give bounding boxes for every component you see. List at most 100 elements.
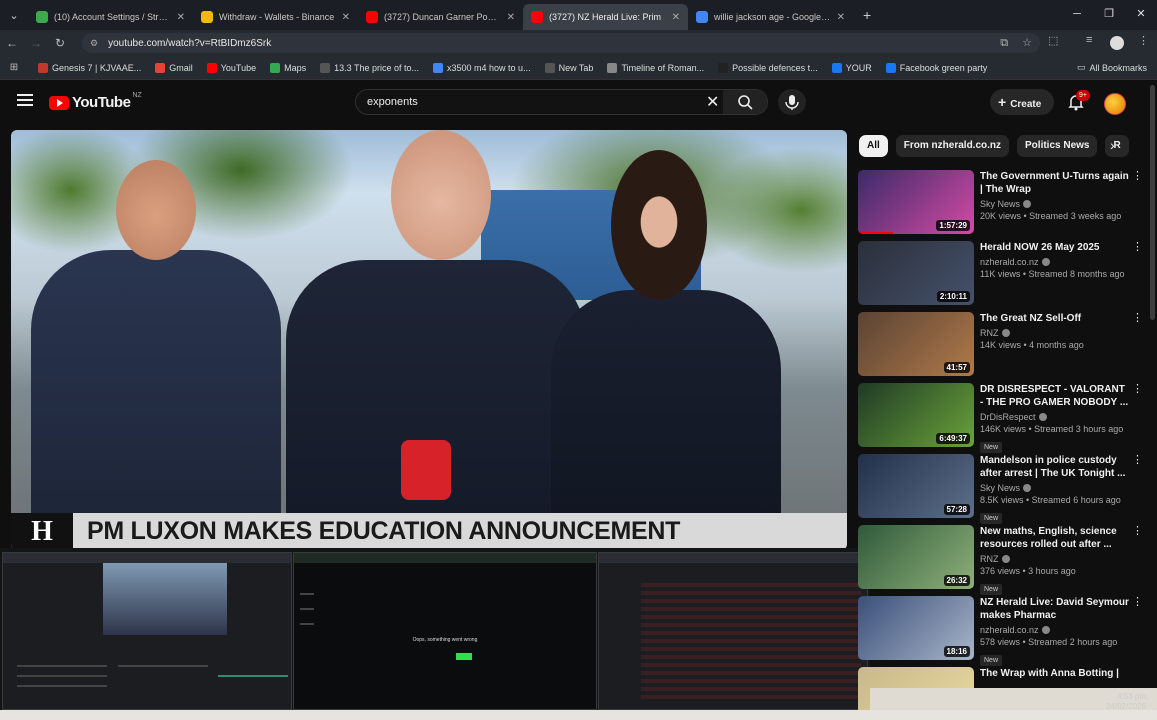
- video-player[interactable]: H PM LUXON MAKES EDUCATION ANNOUNCEMENT: [11, 130, 847, 550]
- bookmark-4[interactable]: 13.3 The price of to...: [320, 62, 419, 73]
- url-bar[interactable]: ⚙ youtube.com/watch?v=RtBIDmz6Srk ⧉ ☆: [82, 33, 1040, 53]
- bookmark-3[interactable]: Maps: [270, 62, 306, 73]
- all-bookmarks-button[interactable]: ▭ All Bookmarks: [1077, 62, 1147, 73]
- scrollbar[interactable]: [1150, 85, 1155, 320]
- back-icon[interactable]: ←: [0, 36, 24, 50]
- more-actions-icon[interactable]: ⋮: [1132, 313, 1143, 324]
- bookmark-star-icon[interactable]: ☆: [1022, 33, 1032, 53]
- video-title[interactable]: The Government U-Turns again | The Wrap: [980, 170, 1130, 196]
- recommendation-item[interactable]: 1:57:29 The Government U-Turns again | Th…: [858, 170, 1148, 241]
- preview-error-page[interactable]: Oops, something went wrong: [293, 552, 597, 710]
- video-thumbnail[interactable]: 41:57: [858, 312, 974, 376]
- more-actions-icon[interactable]: ⋮: [1132, 384, 1143, 395]
- close-tab-icon[interactable]: ✕: [177, 12, 185, 23]
- video-thumbnail[interactable]: 18:16: [858, 596, 974, 660]
- preview-spreadsheet[interactable]: [598, 552, 868, 710]
- channel-name[interactable]: RNZ: [980, 554, 1130, 565]
- install-app-icon[interactable]: ⧉: [1000, 33, 1008, 53]
- chip-2[interactable]: Politics News: [1017, 135, 1098, 157]
- close-tab-icon[interactable]: ✕: [507, 12, 515, 23]
- clear-search-icon[interactable]: ✕: [706, 92, 719, 112]
- bookmark-0[interactable]: Genesis 7 | KJVAAE...: [38, 62, 141, 73]
- chip-0[interactable]: All: [859, 135, 888, 157]
- video-thumbnail[interactable]: 6:49:37: [858, 383, 974, 447]
- video-title[interactable]: Herald NOW 26 May 2025: [980, 241, 1130, 254]
- duration-badge: 18:16: [943, 646, 970, 657]
- video-title[interactable]: Mandelson in police custody after arrest…: [980, 454, 1130, 480]
- close-tab-icon[interactable]: ✕: [342, 12, 350, 23]
- restore-button[interactable]: ❐: [1093, 0, 1125, 28]
- profile-avatar[interactable]: [1110, 36, 1124, 50]
- verified-icon: [1001, 329, 1010, 337]
- browser-menu-icon[interactable]: ⋮: [1138, 34, 1149, 47]
- tab-3[interactable]: (3727) NZ Herald Live: Prim ✕: [523, 4, 688, 30]
- recommendation-item[interactable]: 6:49:37 DR DISRESPECT - VALORANT - THE PR…: [858, 383, 1148, 454]
- tab-0[interactable]: (10) Account Settings / Streami ✕: [28, 4, 193, 30]
- bookmark-6[interactable]: New Tab: [544, 62, 593, 73]
- chip-3[interactable]: R: [1105, 135, 1129, 157]
- video-title[interactable]: DR DISRESPECT - VALORANT - THE PRO GAMER…: [980, 383, 1130, 409]
- close-tab-icon[interactable]: ✕: [837, 12, 845, 23]
- search-input[interactable]: exponents: [367, 96, 418, 108]
- recommendation-item[interactable]: 26:32 New maths, English, science resourc…: [858, 525, 1148, 596]
- close-tab-icon[interactable]: ✕: [672, 12, 680, 23]
- new-tab-button[interactable]: +: [853, 7, 881, 23]
- bookmark-9[interactable]: YOUR: [831, 62, 872, 73]
- more-actions-icon[interactable]: ⋮: [1132, 597, 1143, 608]
- video-title[interactable]: NZ Herald Live: David Seymour makes Phar…: [980, 596, 1130, 622]
- bookmark-8[interactable]: Possible defences t...: [718, 62, 818, 73]
- channel-name[interactable]: DrDisRespect: [980, 412, 1130, 423]
- channel-name[interactable]: nzherald.co.nz: [980, 257, 1130, 268]
- video-thumbnail[interactable]: 1:57:29: [858, 170, 974, 234]
- bookmark-7[interactable]: Timeline of Roman...: [607, 62, 704, 73]
- channel-name[interactable]: nzherald.co.nz: [980, 625, 1130, 636]
- apps-grid-icon[interactable]: ⊞: [0, 62, 28, 73]
- clock[interactable]: 4:53 pm 24/02/2026: [1090, 692, 1146, 712]
- channel-name[interactable]: RNZ: [980, 328, 1130, 339]
- search-button[interactable]: [723, 90, 767, 114]
- chip-1[interactable]: From nzherald.co.nz: [895, 135, 1010, 157]
- bookmark-5[interactable]: x3500 m4 how to u...: [433, 62, 531, 73]
- new-badge: New: [980, 584, 1003, 595]
- youtube-logo[interactable]: YouTube NZ: [49, 92, 142, 111]
- search-box[interactable]: exponents ✕: [355, 89, 768, 115]
- voice-search-button[interactable]: [778, 89, 806, 115]
- tab-2[interactable]: (3727) Duncan Garner Podcast ✕: [358, 4, 523, 30]
- video-thumbnail[interactable]: 2:10:11: [858, 241, 974, 305]
- video-thumbnail[interactable]: 26:32: [858, 525, 974, 589]
- extensions-icon[interactable]: ⬚: [1048, 34, 1058, 47]
- site-info-icon[interactable]: ⚙: [90, 38, 98, 49]
- channel-name[interactable]: Sky News: [980, 199, 1130, 210]
- video-title[interactable]: New maths, English, science resources ro…: [980, 525, 1130, 551]
- account-avatar[interactable]: [1104, 93, 1126, 115]
- bookmark-2[interactable]: YouTube: [206, 62, 256, 73]
- more-actions-icon[interactable]: ⋮: [1132, 455, 1143, 466]
- preview-streamlabs[interactable]: [2, 552, 292, 710]
- minimize-button[interactable]: ─: [1061, 0, 1093, 28]
- channel-label: Sky News: [980, 483, 1021, 493]
- more-actions-icon[interactable]: ⋮: [1132, 171, 1143, 182]
- chips-next-icon[interactable]: ›: [1110, 137, 1115, 153]
- more-actions-icon[interactable]: ⋮: [1132, 526, 1143, 537]
- bookmark-10[interactable]: Facebook green party: [885, 62, 987, 73]
- channel-name[interactable]: Sky News: [980, 483, 1130, 494]
- close-window-button[interactable]: ✕: [1125, 0, 1157, 28]
- forward-icon[interactable]: →: [24, 36, 48, 50]
- reload-icon[interactable]: ↻: [48, 36, 72, 50]
- create-button[interactable]: + Create: [990, 89, 1054, 115]
- video-title[interactable]: The Great NZ Sell-Off: [980, 312, 1130, 325]
- tab-search-icon[interactable]: ⌄: [0, 9, 28, 22]
- video-title[interactable]: The Wrap with Anna Botting |: [980, 667, 1130, 680]
- tab-4[interactable]: willie jackson age - Google Sea ✕: [688, 4, 853, 30]
- recommendation-item[interactable]: 2:10:11 Herald NOW 26 May 2025 nzherald.co…: [858, 241, 1148, 312]
- media-icon[interactable]: ≡: [1086, 34, 1092, 46]
- browser-tab-strip: ⌄ (10) Account Settings / Streami ✕ Withdr…: [0, 0, 1157, 30]
- video-thumbnail[interactable]: 57:28: [858, 454, 974, 518]
- bookmark-1[interactable]: Gmail: [155, 62, 193, 73]
- tab-1[interactable]: Withdraw - Wallets - Binance ✕: [193, 4, 358, 30]
- recommendation-item[interactable]: 41:57 The Great NZ Sell-Off RNZ 14K views •…: [858, 312, 1148, 383]
- more-actions-icon[interactable]: ⋮: [1132, 242, 1143, 253]
- menu-icon[interactable]: [17, 94, 33, 106]
- recommendation-item[interactable]: 18:16 NZ Herald Live: David Seymour makes…: [858, 596, 1148, 667]
- recommendation-item[interactable]: 57:28 Mandelson in police custody after a…: [858, 454, 1148, 525]
